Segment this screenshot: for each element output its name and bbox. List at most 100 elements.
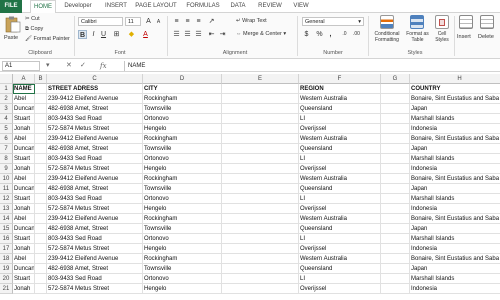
- table-cell[interactable]: [35, 284, 47, 294]
- currency-button[interactable]: $: [302, 30, 311, 39]
- table-cell[interactable]: Hengelo: [143, 244, 222, 254]
- table-cell[interactable]: Overijssel: [299, 244, 381, 254]
- table-cell[interactable]: Marshall Islands: [410, 194, 500, 204]
- align-left-icon[interactable]: ☰: [172, 30, 181, 39]
- table-cell[interactable]: Rockingham: [143, 254, 222, 264]
- table-cell[interactable]: [35, 264, 47, 274]
- table-cell[interactable]: [35, 254, 47, 264]
- table-cell[interactable]: 572-5874 Metus Street: [47, 164, 143, 174]
- table-cell[interactable]: [35, 214, 47, 224]
- table-cell[interactable]: 572-5874 Metus Street: [47, 204, 143, 214]
- row-header[interactable]: 1: [0, 84, 13, 94]
- table-cell[interactable]: 239-9412 Eleifend Avenue: [47, 134, 143, 144]
- table-cell[interactable]: 572-5874 Metus Street: [47, 284, 143, 294]
- table-cell[interactable]: [381, 194, 410, 204]
- shrink-font-icon[interactable]: A: [154, 18, 163, 27]
- table-cell[interactable]: 482-6938 Amet, Street: [47, 264, 143, 274]
- column-header-h[interactable]: H: [410, 74, 500, 84]
- table-cell[interactable]: Ortonovo: [143, 274, 222, 284]
- bold-button[interactable]: B: [78, 30, 87, 39]
- comma-button[interactable]: ,: [326, 30, 335, 39]
- table-cell[interactable]: Japan: [410, 264, 500, 274]
- table-cell[interactable]: Marshall Islands: [410, 234, 500, 244]
- table-cell[interactable]: LI: [299, 114, 381, 124]
- tab-review[interactable]: REVIEW: [256, 0, 284, 13]
- table-cell[interactable]: 239-9412 Eleifend Avenue: [47, 214, 143, 224]
- decrease-decimal-icon[interactable]: .00: [352, 30, 361, 39]
- table-cell[interactable]: STREET ADRESS: [47, 84, 143, 94]
- decrease-indent-icon[interactable]: ⇤: [207, 30, 216, 39]
- column-header-a[interactable]: A: [13, 74, 35, 84]
- row-header[interactable]: 9: [0, 164, 13, 174]
- table-cell[interactable]: Indonesia: [410, 204, 500, 214]
- row-header[interactable]: 4: [0, 114, 13, 124]
- table-cell[interactable]: [222, 194, 299, 204]
- table-cell[interactable]: [381, 234, 410, 244]
- table-cell[interactable]: [222, 134, 299, 144]
- table-cell[interactable]: Townsville: [143, 144, 222, 154]
- table-cell[interactable]: Jonah: [13, 124, 35, 134]
- copy-button[interactable]: ⧉ Copy: [25, 26, 43, 33]
- table-cell[interactable]: Abel: [13, 94, 35, 104]
- table-cell[interactable]: 482-6938 Amet, Street: [47, 184, 143, 194]
- table-cell[interactable]: 239-9412 Eleifend Avenue: [47, 94, 143, 104]
- table-cell[interactable]: [35, 244, 47, 254]
- tab-insert[interactable]: INSERT: [103, 0, 129, 13]
- table-cell[interactable]: Abel: [13, 174, 35, 184]
- row-header[interactable]: 20: [0, 274, 13, 284]
- align-center-icon[interactable]: ☰: [183, 30, 192, 39]
- tab-formulas[interactable]: FORMULAS: [185, 0, 221, 13]
- table-cell[interactable]: Bonaire, Sint Eustatius and Saba: [410, 174, 500, 184]
- percent-button[interactable]: %: [315, 30, 324, 39]
- table-cell[interactable]: Overijssel: [299, 164, 381, 174]
- row-header[interactable]: 18: [0, 254, 13, 264]
- table-cell[interactable]: [381, 84, 410, 94]
- table-cell[interactable]: [35, 224, 47, 234]
- table-cell[interactable]: 803-9433 Sed Road: [47, 234, 143, 244]
- table-cell[interactable]: Bonaire, Sint Eustatius and Saba: [410, 254, 500, 264]
- table-cell[interactable]: [222, 154, 299, 164]
- table-cell[interactable]: [222, 274, 299, 284]
- table-cell[interactable]: Stuart: [13, 154, 35, 164]
- table-cell[interactable]: 482-6938 Amet, Street: [47, 144, 143, 154]
- table-cell[interactable]: [222, 204, 299, 214]
- table-cell[interactable]: Japan: [410, 184, 500, 194]
- grow-font-icon[interactable]: A: [144, 17, 153, 26]
- table-cell[interactable]: Bonaire, Sint Eustatius and Saba: [410, 94, 500, 104]
- table-cell[interactable]: Jonah: [13, 164, 35, 174]
- column-header-e[interactable]: E: [222, 74, 299, 84]
- table-cell[interactable]: [222, 114, 299, 124]
- row-header[interactable]: 2: [0, 94, 13, 104]
- italic-button[interactable]: I: [89, 30, 98, 39]
- table-cell[interactable]: Western Australia: [299, 174, 381, 184]
- table-cell[interactable]: [222, 144, 299, 154]
- delete-cells-button[interactable]: Delete: [477, 15, 499, 45]
- table-cell[interactable]: CITY: [143, 84, 222, 94]
- table-cell[interactable]: 482-6938 Amet, Street: [47, 224, 143, 234]
- column-header-d[interactable]: D: [143, 74, 222, 84]
- increase-indent-icon[interactable]: ⇥: [218, 30, 227, 39]
- table-cell[interactable]: Marshall Islands: [410, 114, 500, 124]
- table-cell[interactable]: [222, 174, 299, 184]
- table-cell[interactable]: Bonaire, Sint Eustatius and Saba: [410, 214, 500, 224]
- align-right-icon[interactable]: ☰: [194, 30, 203, 39]
- table-cell[interactable]: [381, 154, 410, 164]
- table-cell[interactable]: [381, 114, 410, 124]
- table-cell[interactable]: [381, 134, 410, 144]
- table-cell[interactable]: [381, 274, 410, 284]
- table-cell[interactable]: Indonesia: [410, 124, 500, 134]
- borders-icon[interactable]: ⊞: [112, 30, 121, 39]
- row-header[interactable]: 5: [0, 124, 13, 134]
- merge-center-button[interactable]: ⇔ Merge & Center ▾: [236, 31, 286, 37]
- table-cell[interactable]: Duncan: [13, 144, 35, 154]
- table-cell[interactable]: [35, 184, 47, 194]
- align-bottom-icon[interactable]: ≡: [194, 17, 203, 26]
- table-cell[interactable]: [222, 214, 299, 224]
- orientation-icon[interactable]: ↗: [207, 17, 216, 26]
- column-header-b[interactable]: B: [35, 74, 47, 84]
- table-cell[interactable]: Marshall Islands: [410, 154, 500, 164]
- table-cell[interactable]: [222, 124, 299, 134]
- row-header[interactable]: 15: [0, 224, 13, 234]
- table-cell[interactable]: Townsville: [143, 184, 222, 194]
- table-cell[interactable]: 803-9433 Sed Road: [47, 114, 143, 124]
